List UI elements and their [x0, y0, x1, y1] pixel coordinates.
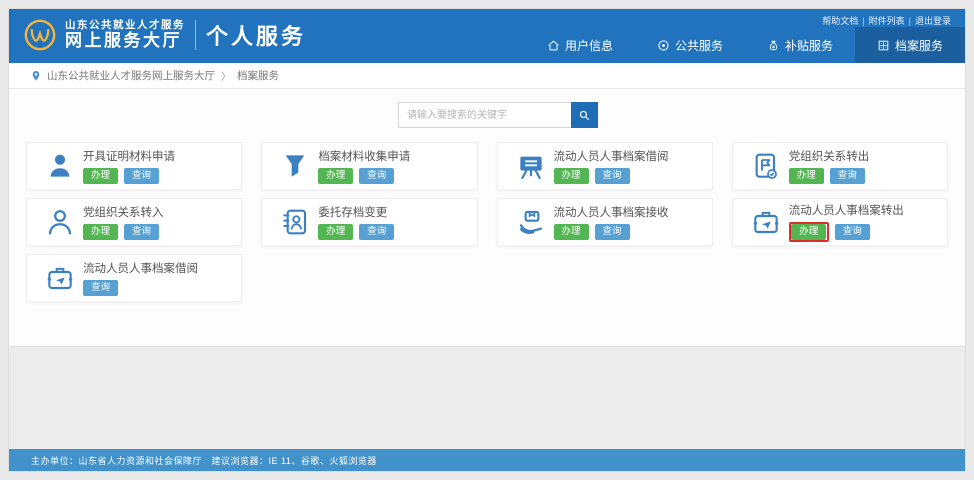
top-link-separator: |	[862, 16, 864, 26]
attachment-list-link[interactable]: 附件列表	[869, 14, 905, 27]
footer-text: 主办单位：山东省人力资源和社会保障厅 建议浏览器：IE 11、谷歌、火狐浏览器	[31, 454, 377, 467]
hand-receive-icon	[508, 202, 554, 242]
logout-link[interactable]: 退出登录	[915, 14, 951, 27]
archive-icon	[877, 39, 890, 52]
search-button[interactable]	[571, 102, 598, 128]
top-link-separator: |	[909, 16, 911, 26]
address-book-icon	[272, 202, 318, 242]
person-outline-icon	[37, 202, 83, 242]
briefcase-send-icon	[37, 258, 83, 298]
card-archive-borrow-2: 流动人员人事档案借阅 查询	[26, 254, 242, 302]
card-party-transfer-out: 党组织关系转出 办理 查询	[732, 142, 948, 190]
nav-item-subsidy-services[interactable]: 补贴服务	[745, 27, 855, 63]
lower-gray-strip	[9, 346, 965, 449]
briefcase-send-icon	[743, 202, 789, 242]
logo-line1: 山东公共就业人才服务	[65, 19, 185, 31]
breadcrumb: 山东公共就业人才服务网上服务大厅 〉 档案服务	[9, 63, 965, 89]
funnel-icon	[272, 146, 318, 186]
handle-button[interactable]: 办理	[789, 168, 824, 183]
person-solid-icon	[37, 146, 83, 186]
query-button[interactable]: 查询	[124, 224, 159, 239]
portal-title: 个人服务	[206, 19, 306, 51]
top-links: 帮助文档 | 附件列表 | 退出登录	[822, 14, 951, 27]
card-archive-receive: 流动人员人事档案接收 办理 查询	[497, 198, 713, 246]
nav-item-public-services[interactable]: 公共服务	[635, 27, 745, 63]
home-icon	[547, 39, 560, 52]
nav-label: 用户信息	[565, 37, 613, 54]
card-issue-certificate: 开具证明材料申请 办理 查询	[26, 142, 242, 190]
location-pin-icon	[31, 70, 41, 82]
help-doc-link[interactable]: 帮助文档	[822, 14, 858, 27]
breadcrumb-current: 档案服务	[237, 68, 279, 83]
subsidy-icon	[767, 39, 780, 52]
card-party-transfer-in: 党组织关系转入 办理 查询	[26, 198, 242, 246]
query-button[interactable]: 查询	[359, 224, 394, 239]
search-input[interactable]	[398, 102, 571, 128]
nav-label: 补贴服务	[785, 37, 833, 54]
card-title: 流动人员人事档案借阅	[83, 260, 198, 276]
query-button[interactable]: 查询	[124, 168, 159, 183]
breadcrumb-root[interactable]: 山东公共就业人才服务网上服务大厅	[47, 68, 215, 83]
handle-button[interactable]: 办理	[83, 224, 118, 239]
card-archive-borrow: 流动人员人事档案借阅 办理 查询	[497, 142, 713, 190]
card-title: 委托存档变更	[318, 204, 394, 220]
query-button[interactable]: 查询	[595, 224, 630, 239]
main-content: 开具证明材料申请 办理 查询 档案材料收集申请 办理 查询	[9, 89, 965, 346]
query-button[interactable]: 查询	[835, 224, 870, 239]
query-button[interactable]: 查询	[83, 280, 118, 295]
easel-board-icon	[508, 146, 554, 186]
handle-button[interactable]: 办理	[791, 224, 826, 239]
card-title: 流动人员人事档案接收	[554, 204, 669, 220]
query-button[interactable]: 查询	[830, 168, 865, 183]
header: 山东公共就业人才服务 网上服务大厅 个人服务 帮助文档 | 附件列表 | 退出登…	[9, 9, 965, 63]
card-title: 流动人员人事档案转出	[789, 202, 904, 218]
handle-button[interactable]: 办理	[554, 224, 589, 239]
card-title: 党组织关系转出	[789, 148, 870, 164]
logo-divider	[195, 20, 196, 50]
nav-item-user-info[interactable]: 用户信息	[525, 27, 635, 63]
footer: 主办单位：山东省人力资源和社会保障厅 建议浏览器：IE 11、谷歌、火狐浏览器	[9, 449, 965, 471]
logo-line2: 网上服务大厅	[65, 31, 185, 51]
search-icon	[578, 109, 591, 122]
handle-button[interactable]: 办理	[554, 168, 589, 183]
query-button[interactable]: 查询	[595, 168, 630, 183]
card-archive-transfer-out: 流动人员人事档案转出 办理 查询	[732, 198, 948, 246]
service-card-grid: 开具证明材料申请 办理 查询 档案材料收集申请 办理 查询	[26, 142, 948, 302]
query-button[interactable]: 查询	[359, 168, 394, 183]
annotation-red-box: 办理	[789, 222, 829, 242]
search-box	[398, 102, 598, 128]
page: 山东公共就业人才服务 网上服务大厅 个人服务 帮助文档 | 附件列表 | 退出登…	[8, 8, 966, 472]
nav-label: 公共服务	[675, 37, 723, 54]
card-title: 开具证明材料申请	[83, 148, 175, 164]
handle-button[interactable]: 办理	[83, 168, 118, 183]
globe-icon	[657, 39, 670, 52]
card-entrust-change: 委托存档变更 办理 查询	[261, 198, 477, 246]
logo-text: 山东公共就业人才服务 网上服务大厅	[65, 19, 185, 51]
document-flag-icon	[743, 146, 789, 186]
handle-button[interactable]: 办理	[318, 224, 353, 239]
breadcrumb-separator: 〉	[221, 68, 231, 83]
handle-button[interactable]: 办理	[318, 168, 353, 183]
search-row	[9, 89, 965, 128]
card-title: 党组织关系转入	[83, 204, 164, 220]
logo: 山东公共就业人才服务 网上服务大厅 个人服务	[23, 18, 306, 52]
card-title: 流动人员人事档案借阅	[554, 148, 669, 164]
site-emblem-icon	[23, 18, 57, 52]
nav-label: 档案服务	[895, 37, 943, 54]
nav-item-archive-services[interactable]: 档案服务	[855, 27, 965, 63]
main-nav: 用户信息 公共服务 补贴服务 档案服务	[525, 27, 965, 63]
card-collect-materials: 档案材料收集申请 办理 查询	[261, 142, 477, 190]
card-title: 档案材料收集申请	[318, 148, 410, 164]
